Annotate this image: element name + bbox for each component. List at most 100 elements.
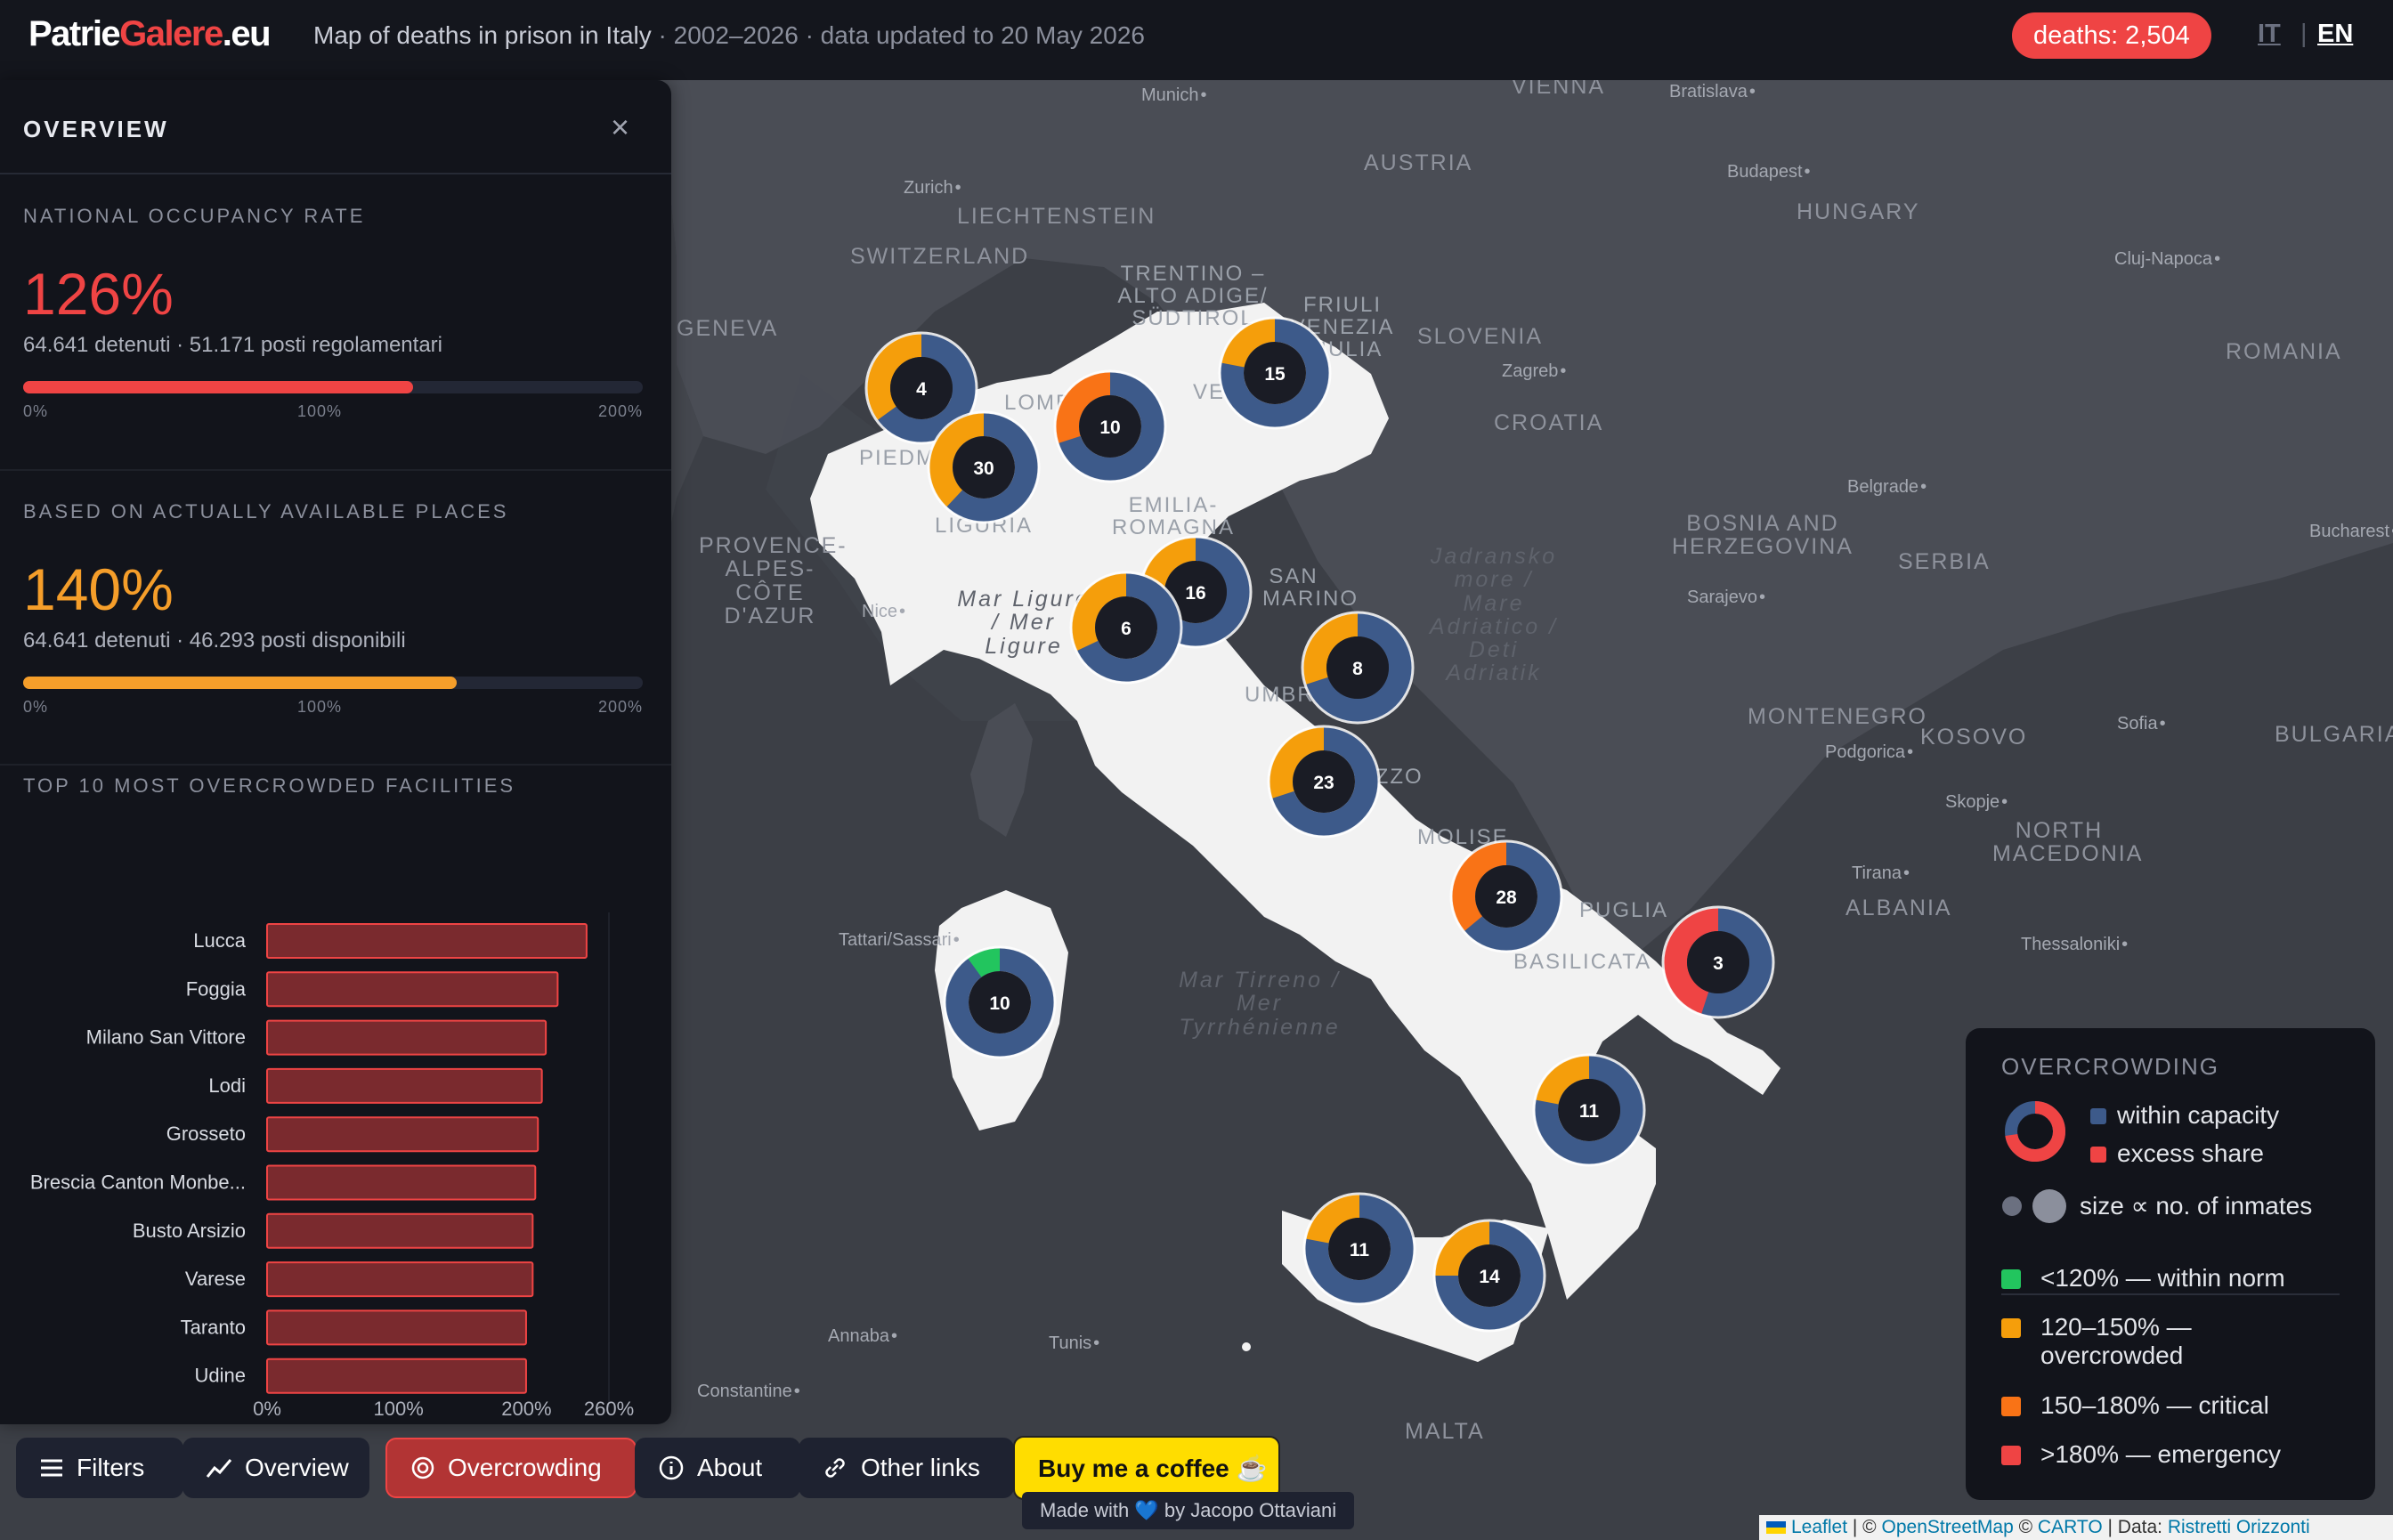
tick-label: 0% [23, 698, 49, 716]
x-tick-label: 200% [501, 1398, 551, 1420]
bar-category-label: Foggia [186, 977, 247, 1000]
map-label-romania: ROMANIA [2226, 339, 2342, 364]
map-city-skopje: Skopje [1945, 792, 2008, 813]
cluster-marker[interactable]: 14 [1432, 1219, 1546, 1333]
cluster-marker[interactable]: 23 [1267, 725, 1381, 839]
legend-item: >180% — emergency [2001, 1440, 2340, 1469]
info-icon [659, 1455, 684, 1480]
legend-item: <120% — within norm [2001, 1264, 2322, 1293]
tick-label: 200% [598, 698, 644, 716]
lang-it-link[interactable]: IT [2258, 20, 2281, 49]
cluster-count-label: 23 [1313, 773, 1334, 793]
panel-header: OVERVIEW × [0, 80, 671, 174]
bar-lucca[interactable] [266, 923, 588, 959]
made-with-credit[interactable]: Made with 💙 by Jacopo Ottaviani [1022, 1492, 1355, 1529]
legend-item: 120–150% — overcrowded [2001, 1313, 2295, 1370]
panel-title: OVERVIEW [23, 116, 169, 142]
map-label-liechtenstein: LIECHTENSTEIN [957, 204, 1156, 229]
tick-label: 100% [297, 402, 343, 420]
legend-title: OVERCROWDING [2001, 1053, 2219, 1080]
legend-divider [2001, 1293, 2340, 1295]
page-subtitle: Map of deaths in prison in Italy · 2002–… [313, 21, 1145, 49]
bar-foggia[interactable] [266, 971, 559, 1008]
available-occupancy-fill [23, 677, 458, 689]
national-occupancy-value: 126% [23, 261, 174, 327]
bar-category-label: Brescia Canton Monbe... [30, 1171, 246, 1194]
cluster-count-label: 15 [1264, 364, 1286, 385]
bar-milano-san-vittore[interactable] [266, 1019, 548, 1056]
lang-separator: | [2300, 20, 2308, 48]
divider [0, 469, 671, 471]
bar-udine[interactable] [266, 1358, 527, 1394]
bar-brescia-canton-monbe-[interactable] [266, 1164, 537, 1201]
about-button[interactable]: About [635, 1438, 800, 1498]
overview-button[interactable]: Overview [183, 1438, 369, 1498]
bar-category-label: Udine [195, 1365, 246, 1387]
map-label-north-macedonia: NORTH MACEDONIA [1992, 818, 2144, 867]
bar-ticks: 0% 100% 200% [23, 698, 646, 719]
map-city-annaba: Annaba [828, 1326, 897, 1347]
bar-taranto[interactable] [266, 1309, 527, 1346]
cluster-count-label: 16 [1185, 583, 1205, 604]
map-label-switzerland: SWITZERLAND [850, 244, 1030, 269]
cluster-marker[interactable]: 11 [1532, 1053, 1646, 1167]
map-city-geneva: Geneva [677, 316, 779, 341]
map-city-munich: Munich [1141, 85, 1207, 106]
map-label-slovenia: SLOVENIA [1417, 324, 1544, 349]
bar-category-label: Grosseto [166, 1123, 246, 1145]
cluster-count-label: 4 [916, 379, 927, 400]
map-label-montenegro: MONTENEGRO [1748, 704, 1927, 729]
cluster-count-label: 10 [989, 993, 1010, 1014]
data-source-link[interactable]: Ristretti Orizzonti [2168, 1517, 2310, 1537]
map-city-podgorica: Podgorica [1825, 742, 1913, 763]
swatch [2001, 1397, 2021, 1416]
cluster-marker[interactable]: 28 [1449, 839, 1563, 953]
map-attribution: Leaflet | © OpenStreetMap © CARTO | Data… [1759, 1515, 2393, 1540]
cluster-count-label: 3 [1713, 953, 1724, 974]
cluster-marker[interactable]: 30 [927, 410, 1041, 524]
legend-excess-share: excess share [2090, 1139, 2264, 1168]
national-occupancy-fill [23, 381, 414, 393]
menu-icon [41, 1459, 62, 1477]
cluster-marker[interactable]: 10 [1053, 369, 1167, 483]
cluster-marker[interactable]: 6 [1069, 571, 1183, 685]
tick-label: 200% [598, 402, 644, 420]
carto-link[interactable]: CARTO [2038, 1517, 2103, 1537]
filters-button[interactable]: Filters [16, 1438, 183, 1498]
map-city-cluj: Cluj-Napoca [2114, 249, 2220, 270]
bar-category-label: Lodi [208, 1074, 246, 1097]
other-links-button[interactable]: Other links [799, 1438, 1014, 1498]
x-tick-label: 100% [374, 1398, 424, 1420]
bar-lodi[interactable] [266, 1067, 543, 1104]
donut-excess-share [968, 948, 1001, 978]
tick-label: 0% [23, 402, 49, 420]
cluster-count-label: 30 [973, 458, 994, 479]
close-icon[interactable]: × [611, 109, 629, 146]
bar-category-label: Varese [185, 1268, 246, 1290]
map-city-budapest: Budapest [1727, 162, 1811, 182]
cluster-marker[interactable]: 15 [1218, 316, 1332, 430]
bar-varese[interactable] [266, 1261, 534, 1298]
lang-en-link[interactable]: EN [2317, 20, 2353, 49]
overcrowding-button[interactable]: Overcrowding [385, 1438, 637, 1498]
swatch [2001, 1269, 2021, 1289]
cluster-marker[interactable]: 11 [1302, 1192, 1416, 1306]
cluster-marker[interactable]: 10 [943, 945, 1057, 1059]
bar-grosseto[interactable] [266, 1116, 539, 1153]
cluster-marker[interactable]: 3 [1661, 905, 1775, 1019]
cluster-marker[interactable]: 8 [1301, 611, 1415, 725]
map-label-kosovo: KOSOVO [1920, 725, 2028, 750]
leaflet-link[interactable]: Leaflet [1791, 1517, 1847, 1537]
link-icon [825, 1458, 845, 1478]
target-icon [411, 1456, 434, 1479]
map-label-tyrrhenian-sea: Mar Tirreno / Mer Tyrrhénienne [1179, 968, 1341, 1040]
swatch [2090, 1147, 2106, 1163]
legend-within-capacity: within capacity [2090, 1101, 2279, 1130]
map-city-sofia: Sofia [2117, 714, 2166, 734]
bar-busto-arsizio[interactable] [266, 1212, 534, 1249]
national-occupancy-section: NATIONAL OCCUPANCY RATE 126% 64.641 dete… [23, 205, 646, 424]
osm-link[interactable]: OpenStreetMap [1882, 1517, 2014, 1537]
buy-me-a-coffee-button[interactable]: Buy me a coffee ☕ [1013, 1436, 1280, 1500]
site-logo[interactable]: PatrieGalere.eu [28, 14, 272, 54]
map-city-thessaloniki: Thessaloniki [2021, 935, 2128, 955]
